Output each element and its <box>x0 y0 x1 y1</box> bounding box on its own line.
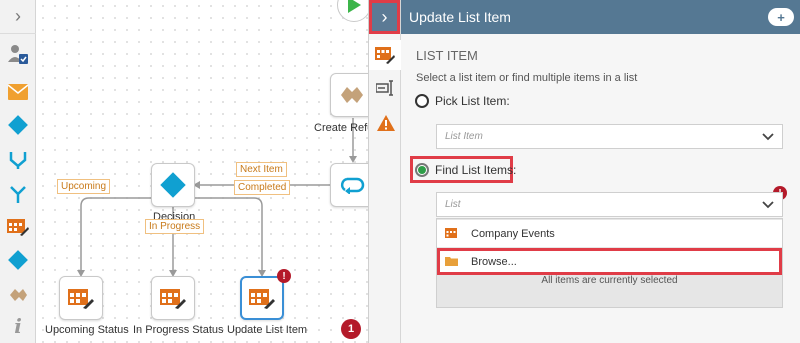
warning-tab-icon[interactable] <box>376 113 396 133</box>
merge-icon[interactable] <box>6 148 30 172</box>
properties-panel: Update List Item + LIST ITEM Select a li… <box>401 0 800 343</box>
folder-icon <box>445 256 458 269</box>
pick-list-item-radio[interactable] <box>415 94 429 108</box>
error-count-badge[interactable]: 1 <box>341 319 361 339</box>
info-icon[interactable]: i <box>6 314 30 338</box>
toolbox: › i <box>0 0 36 343</box>
panel-header: Update List Item + <box>401 0 800 34</box>
list-placeholder: List <box>445 199 461 210</box>
split-icon[interactable] <box>6 183 30 207</box>
dropdown-item-label: Company Events <box>471 227 555 240</box>
section-hint: Select a list item or find multiple item… <box>416 72 638 84</box>
list-item-placeholder: List Item <box>445 131 483 142</box>
list-icon <box>445 228 457 241</box>
decision-icon-2[interactable] <box>6 248 30 272</box>
in-progress-status-label: In Progress Status <box>133 324 224 336</box>
dropdown-item-label: Browse... <box>471 255 517 268</box>
list-select[interactable]: List <box>436 192 783 217</box>
pick-list-item-label: Pick List Item: <box>435 94 510 108</box>
update-list-item-label: Update List Item <box>227 324 308 336</box>
in-progress-status-node[interactable] <box>151 276 195 320</box>
decision-node[interactable] <box>151 163 195 207</box>
panel-title: Update List Item <box>409 9 511 25</box>
field-mapping-tab-icon[interactable] <box>376 78 396 98</box>
dropdown-item-browse[interactable]: Browse... <box>437 248 782 275</box>
header-add-icon[interactable]: + <box>768 8 794 26</box>
update-list-item-node[interactable] <box>240 276 284 320</box>
user-task-icon[interactable] <box>6 42 30 66</box>
list-item-tab-icon[interactable] <box>369 40 401 70</box>
panel-tab-strip <box>368 0 401 343</box>
list-edit-icon[interactable] <box>6 215 30 239</box>
find-list-items-option[interactable]: Find List Items: <box>415 163 516 177</box>
connector-label-upcoming[interactable]: Upcoming <box>57 179 111 194</box>
loop-node[interactable] <box>330 163 368 207</box>
create-reference-label: Create Refe <box>314 122 368 134</box>
connector-label-completed[interactable]: Completed <box>234 180 291 195</box>
collapse-panel-button[interactable]: › <box>369 0 400 34</box>
action-icon[interactable] <box>6 283 30 307</box>
dropdown-status-text: All items are currently selected <box>541 275 678 286</box>
node-error-indicator[interactable]: ! <box>277 269 291 283</box>
expand-toolbox-button[interactable]: › <box>0 0 36 34</box>
create-reference-node[interactable] <box>330 73 368 117</box>
chevron-down-icon <box>762 130 774 144</box>
find-list-items-label: Find List Items: <box>435 163 517 177</box>
upcoming-status-label: Upcoming Status <box>45 324 129 336</box>
connector-label-next-item[interactable]: Next Item <box>236 162 287 177</box>
section-title: LIST ITEM <box>416 48 478 63</box>
list-item-select[interactable]: List Item <box>436 124 783 149</box>
connector-label-in-progress[interactable]: In Progress <box>145 219 205 234</box>
email-icon[interactable] <box>6 80 30 104</box>
pick-list-item-option[interactable]: Pick List Item: <box>415 94 510 108</box>
decision-icon[interactable] <box>6 113 30 137</box>
dropdown-item-company-events[interactable]: Company Events <box>437 220 782 247</box>
chevron-down-icon <box>762 198 774 212</box>
workflow-canvas[interactable]: Create Refe Decision Upcoming In Progres… <box>37 0 368 343</box>
find-list-items-radio[interactable] <box>415 163 429 177</box>
list-dropdown: Company Events Browse... All items are c… <box>436 218 783 308</box>
upcoming-status-node[interactable] <box>59 276 103 320</box>
